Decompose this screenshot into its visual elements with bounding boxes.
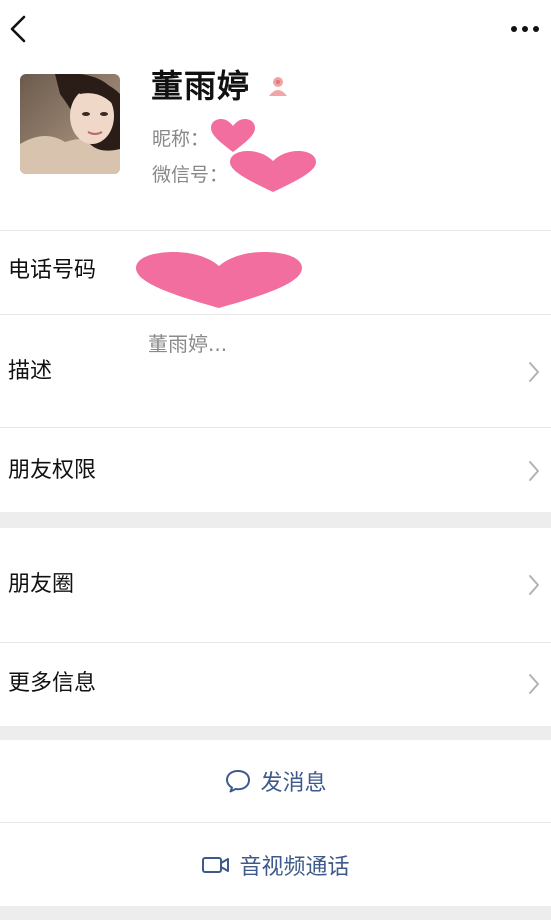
av-call-label: 音视频通话	[239, 854, 350, 880]
chevron-right-icon	[529, 575, 539, 595]
avatar-photo	[20, 74, 120, 174]
video-camera-icon	[201, 854, 231, 876]
wechat-id-row: 微信号：	[152, 150, 318, 200]
description-row[interactable]: 描述 董雨婷...	[0, 315, 551, 427]
more-info-label: 更多信息	[8, 671, 97, 696]
friend-permissions-label: 朋友权限	[8, 458, 97, 483]
avatar[interactable]	[20, 74, 120, 174]
description-label: 描述	[8, 359, 53, 384]
more-info-row[interactable]: 更多信息	[0, 643, 551, 726]
display-name: 董雨婷	[151, 67, 251, 105]
chevron-right-icon	[529, 461, 539, 481]
phone-row[interactable]: 电话号码	[0, 230, 551, 314]
moments-row[interactable]: 朋友圈	[0, 528, 551, 642]
chevron-left-icon	[10, 15, 26, 43]
friend-permissions-row[interactable]: 朋友权限	[0, 428, 551, 512]
contact-profile-page: 董雨婷 昵称： 微信号： 电话号码 描述 董雨婷... 朋友权限 朋友圈 更多信…	[0, 0, 551, 920]
chat-bubble-icon	[224, 768, 252, 794]
redaction-heart	[228, 150, 318, 200]
actions-section: 发消息 音视频通话	[0, 740, 551, 906]
chevron-right-icon	[529, 674, 539, 694]
profile-header: 董雨婷 昵称： 微信号：	[0, 0, 551, 230]
av-call-button[interactable]: 音视频通话	[0, 823, 551, 906]
more-options-button[interactable]	[509, 18, 541, 40]
description-value: 董雨婷...	[148, 332, 228, 356]
social-section: 朋友圈 更多信息	[0, 528, 551, 726]
phone-label: 电话号码	[8, 258, 97, 283]
back-button[interactable]	[8, 14, 30, 44]
chevron-right-icon	[529, 362, 539, 382]
nickname-label: 昵称：	[152, 128, 210, 150]
moments-label: 朋友圈	[8, 572, 75, 597]
send-message-button[interactable]: 发消息	[0, 740, 551, 822]
more-dots-icon	[511, 26, 539, 32]
redaction-heart	[134, 250, 304, 314]
info-section: 电话号码 描述 董雨婷... 朋友权限	[0, 230, 551, 512]
send-message-label: 发消息	[260, 771, 327, 796]
female-user-icon	[266, 74, 290, 98]
wechat-id-label: 微信号：	[152, 164, 229, 186]
